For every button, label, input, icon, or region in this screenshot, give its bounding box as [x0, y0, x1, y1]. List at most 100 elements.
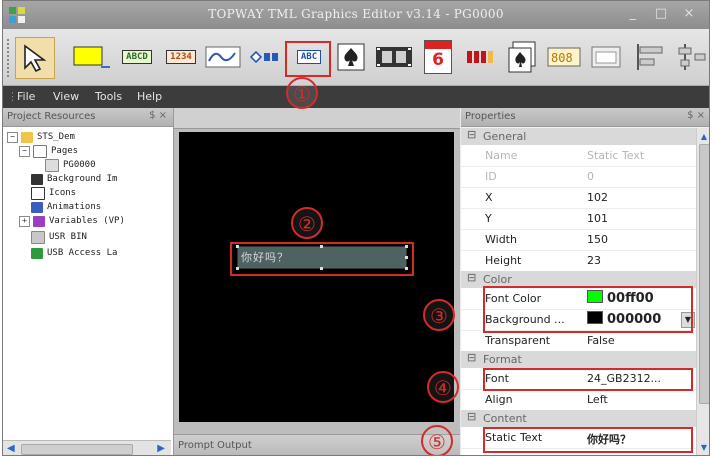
- properties-panel-title: Properties: [465, 111, 516, 122]
- number-tool-button[interactable]: 1234: [161, 37, 201, 77]
- tree-item-pages[interactable]: − Pages: [19, 144, 78, 158]
- tree-item-page[interactable]: PG0000: [45, 158, 96, 172]
- tree-item-icons[interactable]: Icons: [31, 186, 76, 200]
- window-title: TOPWAY TML Graphics Editor v3.14 - PG000…: [208, 7, 504, 21]
- counter-tool-button[interactable]: 808: [545, 37, 583, 77]
- folder-icon: [21, 131, 33, 143]
- maximize-button[interactable]: □: [649, 6, 673, 21]
- menu-view[interactable]: View: [53, 90, 79, 103]
- scroll-right-icon[interactable]: ▶: [157, 443, 165, 454]
- scroll-thumb[interactable]: [699, 144, 709, 404]
- rectangle-tool-button[interactable]: [69, 37, 113, 77]
- expand-icon[interactable]: +: [19, 215, 30, 227]
- number-display-icon: 1234: [166, 50, 196, 64]
- collapse-icon[interactable]: ⊟: [467, 128, 479, 141]
- project-tree: − STS_Dem − Pages PG0000 Background Im I…: [3, 128, 171, 428]
- prop-y-row[interactable]: Y 101: [461, 208, 697, 230]
- progress-bars-icon: [467, 51, 493, 63]
- prop-width-row[interactable]: Width 150: [461, 229, 697, 251]
- group-general[interactable]: ⊟ General: [461, 128, 697, 145]
- align-left-button[interactable]: [633, 37, 669, 77]
- select-tool-button[interactable]: [15, 37, 55, 79]
- project-panel-title: Project Resources: [7, 111, 96, 122]
- calendar-number: 6: [432, 50, 444, 70]
- properties-panel: Properties $ × ⊟ General Name Static Text …: [461, 108, 709, 455]
- bar-tool-button[interactable]: [247, 37, 283, 77]
- collapse-icon[interactable]: ⊟: [467, 351, 479, 364]
- animation-tool-button[interactable]: [373, 37, 415, 77]
- content-highlight-box: [483, 427, 693, 453]
- page-icon: [45, 158, 59, 172]
- prop-x-row[interactable]: X 102: [461, 187, 697, 209]
- prop-transparent-row[interactable]: Transparent False: [461, 330, 697, 352]
- prop-height-row[interactable]: Height 23: [461, 250, 697, 272]
- waveform-icon: [205, 46, 241, 68]
- window-tool-button[interactable]: [589, 37, 623, 77]
- color-highlight-box: [483, 286, 693, 333]
- properties-vertical-scrollbar[interactable]: ▲ ▼: [696, 128, 709, 455]
- icon-stack-tool-button[interactable]: [503, 37, 541, 77]
- menu-help[interactable]: Help: [137, 90, 162, 103]
- callout-3: ③: [423, 299, 455, 331]
- prompt-output-panel: Prompt Output: [174, 434, 460, 455]
- project-horizontal-scrollbar[interactable]: ◀ ▶: [3, 440, 171, 455]
- collapse-icon[interactable]: −: [7, 131, 18, 143]
- collapse-icon[interactable]: −: [19, 145, 30, 157]
- tree-item-usb-access[interactable]: USB Access La: [31, 246, 117, 260]
- project-panel-controls[interactable]: $ ×: [149, 110, 167, 121]
- title-bar: TOPWAY TML Graphics Editor v3.14 - PG000…: [3, 1, 709, 29]
- project-panel-header: Project Resources $ ×: [3, 108, 173, 127]
- graph-tool-button[interactable]: [203, 37, 243, 77]
- prompt-output-title: Prompt Output: [178, 440, 252, 451]
- scroll-up-icon[interactable]: ▲: [697, 130, 709, 144]
- calendar-icon: 6: [424, 40, 452, 74]
- callout-1: ①: [286, 77, 318, 109]
- canvas-highlight-box: [230, 242, 414, 276]
- scroll-down-icon[interactable]: ▼: [697, 441, 709, 455]
- properties-panel-header: Properties $ ×: [461, 108, 709, 127]
- scroll-thumb[interactable]: [21, 444, 133, 455]
- design-area: 你好吗？ Prompt Output: [174, 108, 460, 455]
- progress-tool-button[interactable]: [463, 37, 499, 77]
- minimize-button[interactable]: _: [621, 6, 645, 21]
- property-grid: ⊟ General Name Static Text ID 0 X 102 Y 101 W…: [461, 128, 697, 455]
- prop-align-row[interactable]: Align Left: [461, 389, 697, 411]
- binary-icon: [31, 230, 45, 244]
- menu-tools[interactable]: Tools: [95, 90, 122, 103]
- collapse-icon[interactable]: ⊟: [467, 410, 479, 423]
- tree-item-usr-bin[interactable]: USR BIN: [31, 230, 87, 244]
- toolbar-highlight-box: [285, 41, 331, 77]
- icon-tool-button[interactable]: [333, 37, 369, 77]
- string-tool-button[interactable]: ABCD: [117, 37, 157, 77]
- prop-name-row: Name Static Text: [461, 145, 697, 167]
- toolbar-grip[interactable]: [7, 39, 12, 77]
- properties-panel-controls[interactable]: $ ×: [687, 110, 705, 121]
- align-left-icon: [637, 44, 663, 70]
- lcd-canvas[interactable]: 你好吗？: [179, 132, 454, 422]
- tree-item-animations[interactable]: Animations: [31, 200, 101, 214]
- film-strip-icon: [376, 47, 412, 67]
- usb-icon: [31, 247, 43, 259]
- menu-file[interactable]: File: [17, 90, 35, 103]
- tree-item-variables[interactable]: + Variables (VP): [19, 214, 125, 228]
- panel-window-icon: [591, 46, 621, 68]
- variables-icon: [33, 215, 45, 227]
- close-button[interactable]: ×: [677, 6, 701, 21]
- prop-id-row: ID 0: [461, 166, 697, 188]
- icons-icon: [31, 186, 45, 200]
- svg-text:808: 808: [551, 51, 573, 65]
- collapse-icon[interactable]: ⊟: [467, 271, 479, 284]
- align-center-button[interactable]: [675, 37, 709, 77]
- editor-window: TOPWAY TML Graphics Editor v3.14 - PG000…: [2, 0, 710, 456]
- cursor-arrow-icon: [24, 44, 47, 72]
- callout-2: ②: [291, 207, 323, 239]
- group-content[interactable]: ⊟ Content: [461, 410, 697, 427]
- group-format[interactable]: ⊟ Format: [461, 351, 697, 368]
- tree-item-project[interactable]: − STS_Dem: [7, 130, 75, 144]
- align-center-icon: [678, 44, 706, 70]
- tree-item-background-images[interactable]: Background Im: [31, 172, 117, 186]
- calendar-tool-button[interactable]: 6: [419, 37, 457, 77]
- image-icon: [31, 173, 43, 185]
- scroll-left-icon[interactable]: ◀: [7, 443, 15, 454]
- diamond-bar-icon: [249, 50, 278, 64]
